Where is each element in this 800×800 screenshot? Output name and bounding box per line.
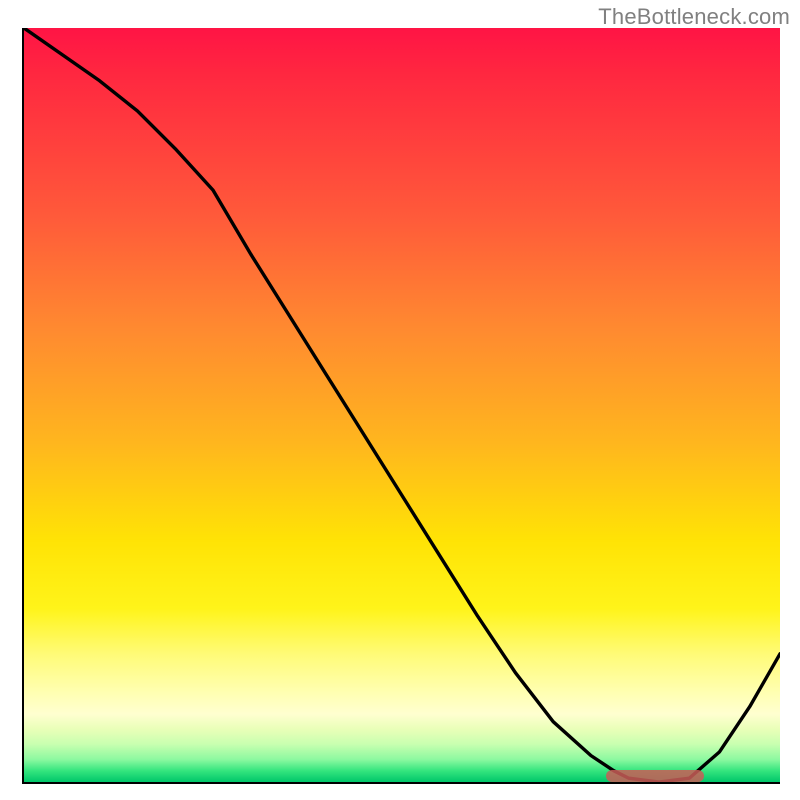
plot-area (22, 28, 780, 784)
attribution-text: TheBottleneck.com (598, 4, 790, 30)
chart-stage: TheBottleneck.com (0, 0, 800, 800)
curve-svg (24, 28, 780, 782)
minimum-marker (606, 770, 704, 782)
curve-path (24, 28, 780, 782)
